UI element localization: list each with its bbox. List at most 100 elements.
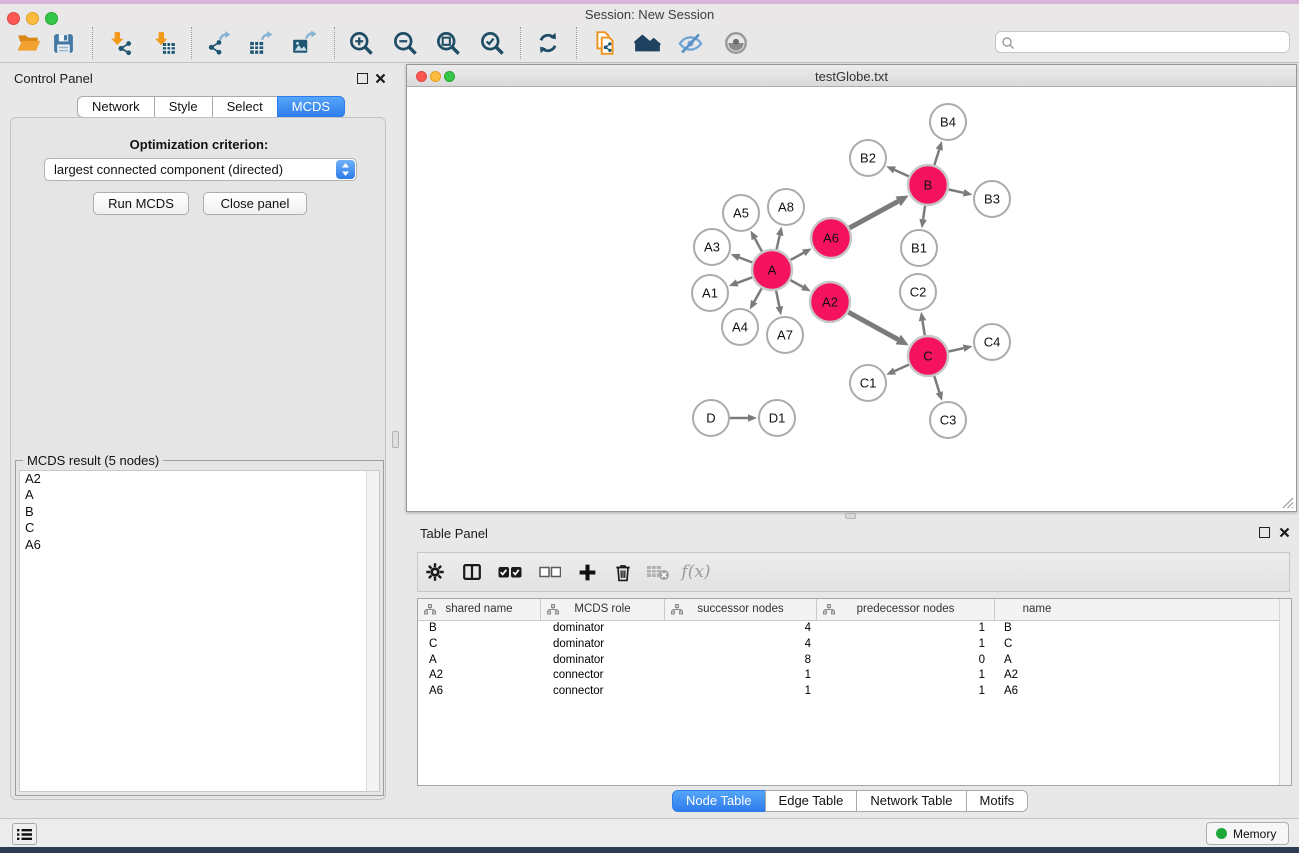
- search-input[interactable]: [1018, 33, 1283, 51]
- table-row[interactable]: A2connector11A2: [418, 668, 1291, 684]
- table-cell[interactable]: C: [418, 637, 541, 653]
- graph-edge[interactable]: [894, 170, 908, 176]
- table-panel-close-icon[interactable]: [1279, 527, 1290, 538]
- delete-column-button[interactable]: [607, 556, 639, 588]
- mcds-result-item[interactable]: C: [20, 520, 379, 536]
- column-header-predecessor-nodes[interactable]: predecessor nodes: [817, 599, 995, 620]
- table-row[interactable]: Adominator80A: [418, 653, 1291, 669]
- table-cell[interactable]: 1: [817, 684, 995, 700]
- table-cell[interactable]: 1: [817, 621, 995, 637]
- deselect-all-columns-button[interactable]: [534, 556, 566, 588]
- graph-edge[interactable]: [790, 253, 803, 260]
- table-cell[interactable]: B: [995, 621, 1079, 637]
- table-cell[interactable]: C: [995, 637, 1079, 653]
- import-table-button[interactable]: [147, 28, 181, 58]
- table-row[interactable]: Cdominator41C: [418, 637, 1291, 653]
- graph-edge[interactable]: [934, 150, 939, 165]
- table-cell[interactable]: 4: [665, 637, 817, 653]
- window-resize-grip[interactable]: [1280, 495, 1294, 509]
- column-header-MCDS-role[interactable]: MCDS role: [541, 599, 665, 620]
- duplicate-network-button[interactable]: [588, 28, 622, 58]
- save-session-button[interactable]: [46, 28, 80, 58]
- tab-mcds[interactable]: MCDS: [277, 96, 345, 118]
- zoom-selected-button[interactable]: [475, 28, 509, 58]
- show-columns-button[interactable]: [456, 556, 488, 588]
- export-network-button[interactable]: [202, 28, 236, 58]
- memory-button[interactable]: Memory: [1206, 822, 1289, 845]
- table-cell[interactable]: B: [418, 621, 541, 637]
- graph-edge[interactable]: [777, 235, 780, 249]
- table-cell[interactable]: dominator: [541, 637, 665, 653]
- table-cell[interactable]: dominator: [541, 621, 665, 637]
- table-cell[interactable]: 1: [665, 684, 817, 700]
- table-row[interactable]: A6connector11A6: [418, 684, 1291, 700]
- refresh-layout-button[interactable]: [531, 28, 565, 58]
- hide-details-button[interactable]: [673, 28, 707, 58]
- delete-table-button[interactable]: [642, 556, 674, 588]
- zoom-in-button[interactable]: [344, 28, 378, 58]
- table-scrollbar[interactable]: [1279, 599, 1291, 785]
- tab-edge-table[interactable]: Edge Table: [765, 790, 858, 812]
- graph-edge[interactable]: [739, 257, 752, 262]
- table-cell[interactable]: 8: [665, 653, 817, 669]
- graph-edge[interactable]: [754, 288, 762, 301]
- tab-select[interactable]: Select: [212, 96, 278, 118]
- home-view-button[interactable]: [630, 28, 664, 58]
- mcds-result-item[interactable]: A6: [20, 537, 379, 553]
- mcds-result-item[interactable]: B: [20, 504, 379, 520]
- graph-edge[interactable]: [934, 376, 939, 392]
- tab-motifs[interactable]: Motifs: [966, 790, 1029, 812]
- graph-edge[interactable]: [790, 280, 802, 287]
- table-cell[interactable]: A: [995, 653, 1079, 669]
- graph-edge[interactable]: [737, 277, 752, 283]
- column-header-shared-name[interactable]: shared name: [418, 599, 541, 620]
- graph-edge[interactable]: [949, 348, 964, 351]
- table-cell[interactable]: 1: [817, 668, 995, 684]
- network-window-titlebar[interactable]: testGlobe.txt: [407, 65, 1296, 87]
- column-header-name[interactable]: name: [995, 599, 1079, 620]
- import-network-button[interactable]: [103, 28, 137, 58]
- graph-edge[interactable]: [848, 312, 898, 339]
- tab-style[interactable]: Style: [154, 96, 213, 118]
- table-panel-float-icon[interactable]: [1259, 527, 1270, 538]
- tab-node-table[interactable]: Node Table: [672, 790, 766, 812]
- export-table-button[interactable]: [244, 28, 278, 58]
- graph-edge[interactable]: [923, 206, 925, 220]
- table-cell[interactable]: dominator: [541, 653, 665, 669]
- graph-edge[interactable]: [949, 189, 964, 192]
- run-mcds-button[interactable]: Run MCDS: [93, 192, 189, 215]
- table-cell[interactable]: A2: [418, 668, 541, 684]
- table-cell[interactable]: 0: [817, 653, 995, 669]
- criterion-select[interactable]: largest connected component (directed): [44, 158, 357, 181]
- list-scrollbar[interactable]: [366, 471, 379, 791]
- tab-network[interactable]: Network: [77, 96, 155, 118]
- graph-edge[interactable]: [894, 365, 908, 371]
- zoom-out-button[interactable]: [388, 28, 422, 58]
- horizontal-split-grip[interactable]: [845, 513, 856, 519]
- control-panel-float-icon[interactable]: [357, 73, 368, 84]
- table-cell[interactable]: 1: [817, 637, 995, 653]
- function-builder-button[interactable]: f(x): [680, 556, 712, 588]
- zoom-fit-button[interactable]: [431, 28, 465, 58]
- close-panel-button[interactable]: Close panel: [203, 192, 307, 215]
- table-cell[interactable]: A6: [995, 684, 1079, 700]
- open-session-button[interactable]: [12, 28, 46, 58]
- graph-edge[interactable]: [776, 291, 779, 307]
- control-panel-close-icon[interactable]: [375, 73, 386, 84]
- graph-edge[interactable]: [849, 201, 898, 228]
- mcds-result-item[interactable]: A: [20, 487, 379, 503]
- table-cell[interactable]: 1: [665, 668, 817, 684]
- column-header-successor-nodes[interactable]: successor nodes: [665, 599, 817, 620]
- tab-network-table[interactable]: Network Table: [856, 790, 966, 812]
- graph-edge[interactable]: [922, 321, 924, 336]
- table-cell[interactable]: 4: [665, 621, 817, 637]
- table-cell[interactable]: connector: [541, 684, 665, 700]
- table-settings-button[interactable]: [419, 556, 451, 588]
- split-pane-divider-grip[interactable]: [392, 431, 399, 448]
- show-details-button[interactable]: [719, 28, 753, 58]
- export-image-button[interactable]: [287, 28, 321, 58]
- graph-edge[interactable]: [755, 238, 762, 251]
- table-cell[interactable]: A6: [418, 684, 541, 700]
- table-row[interactable]: Bdominator41B: [418, 621, 1291, 637]
- table-cell[interactable]: A: [418, 653, 541, 669]
